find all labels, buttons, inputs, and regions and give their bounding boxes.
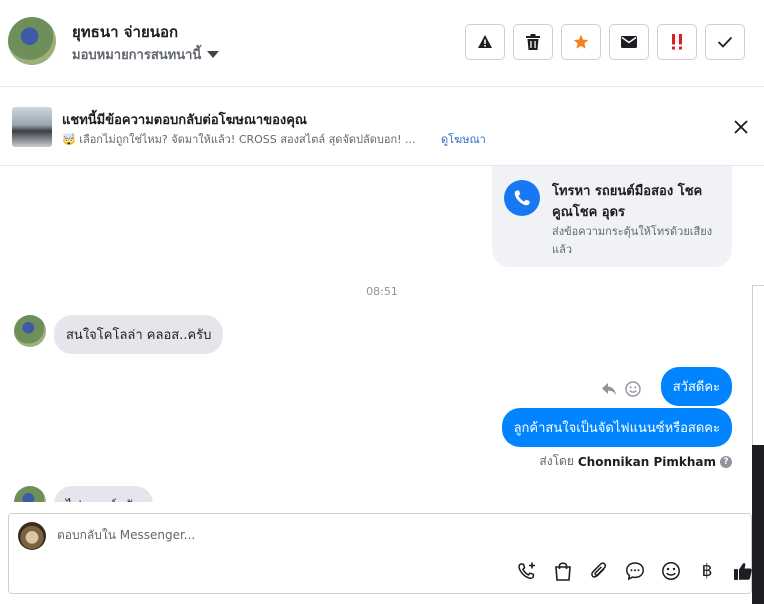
composer-tools: ฿ xyxy=(516,560,754,582)
trash-icon xyxy=(526,34,540,50)
chat-bubble-icon xyxy=(626,562,644,581)
report-button[interactable] xyxy=(465,24,505,60)
delete-button[interactable] xyxy=(513,24,553,60)
paperclip-icon xyxy=(591,562,607,578)
incoming-message[interactable]: ไฟแนนซ์ครับ xyxy=(54,486,153,502)
payment-button[interactable]: ฿ xyxy=(696,560,718,582)
call-card-subtitle: ส่งข้อความกระตุ้นให้โทรด้วยเสียงแล้ว xyxy=(552,225,713,256)
message-hover-tools xyxy=(601,381,641,397)
mark-done-button[interactable] xyxy=(705,24,745,60)
baht-icon: ฿ xyxy=(701,561,713,581)
conversation-header: ยุทธนา จ่ายนอก มอบหมายการสนทนานี้ xyxy=(0,0,764,87)
message-timestamp: 08:51 xyxy=(366,285,398,298)
outgoing-message[interactable]: ลูกค้าสนใจเป็นจัดไฟแนนซ์หรือสดคะ xyxy=(501,408,732,447)
shop-button[interactable] xyxy=(552,560,574,582)
star-button[interactable] xyxy=(561,24,601,60)
double-exclamation-icon xyxy=(672,34,682,50)
call-request-button[interactable] xyxy=(516,560,538,582)
reply-icon[interactable] xyxy=(601,382,617,396)
reply-input[interactable] xyxy=(57,528,657,542)
call-request-card: โทรหา รถยนต์มือสอง โชคคูณโชค อุดร ส่งข้อ… xyxy=(492,166,732,267)
saved-replies-button[interactable] xyxy=(624,560,646,582)
phone-icon xyxy=(504,180,540,216)
sender-avatar xyxy=(14,486,46,502)
help-icon[interactable]: ? xyxy=(720,455,732,468)
close-banner-button[interactable] xyxy=(729,115,753,139)
sent-by-prefix: ส่งโดย xyxy=(539,454,574,468)
attach-button[interactable] xyxy=(588,560,610,582)
ad-banner-description: 🤯 เลือกไม่ถูกใช่ไหม? จัดมาให้แล้ว! CROSS… xyxy=(62,133,416,146)
react-smiley-icon[interactable] xyxy=(625,381,641,397)
sender-avatar xyxy=(14,315,46,347)
view-ad-link[interactable]: ดูโฆษณา xyxy=(441,130,486,148)
contact-name[interactable]: ยุทธนา จ่ายนอก xyxy=(72,20,178,44)
ad-reply-banner: แชทนี้มีข้อความตอบกลับต่อโฆษณาของคุณ 🤯 เ… xyxy=(0,87,764,166)
close-icon xyxy=(734,120,748,134)
outgoing-message[interactable]: สวัสดีคะ xyxy=(660,367,732,406)
like-button[interactable] xyxy=(732,560,754,582)
star-icon xyxy=(573,34,589,49)
phone-plus-icon xyxy=(518,562,535,579)
warning-icon xyxy=(478,35,492,48)
mark-unread-button[interactable] xyxy=(609,24,649,60)
sent-by-label: ส่งโดย Chonnikan Pimkham ? xyxy=(539,452,732,471)
message-thread[interactable]: โทรหา รถยนต์มือสอง โชคคูณโชค อุดร ส่งข้อ… xyxy=(0,166,752,502)
thumbs-up-icon xyxy=(734,563,752,580)
ad-banner-title: แชทนี้มีข้อความตอบกลับต่อโฆษณาของคุณ xyxy=(62,113,307,128)
page-avatar xyxy=(18,522,46,550)
shopping-bag-icon xyxy=(555,562,571,581)
emoji-button[interactable] xyxy=(660,560,682,582)
reply-composer: ฿ xyxy=(8,513,752,594)
checkmark-icon xyxy=(717,36,733,48)
mark-important-button[interactable] xyxy=(657,24,697,60)
sent-by-name: Chonnikan Pimkham xyxy=(577,454,716,469)
caret-down-icon xyxy=(207,51,220,58)
contact-avatar[interactable] xyxy=(8,17,56,65)
call-card-title: โทรหา รถยนต์มือสอง โชคคูณโชค อุดร xyxy=(552,184,703,220)
smiley-icon xyxy=(662,562,680,580)
assign-conversation-dropdown[interactable]: มอบหมายการสนทนานี้ xyxy=(72,44,220,65)
assign-label: มอบหมายการสนทนานี้ xyxy=(72,48,202,63)
envelope-icon xyxy=(621,36,637,48)
incoming-message[interactable]: สนใจโคโลล่า คลอส..ครับ xyxy=(54,315,224,354)
ad-thumbnail[interactable] xyxy=(12,107,52,147)
header-actions xyxy=(465,24,745,60)
side-panel-peek xyxy=(752,285,764,445)
